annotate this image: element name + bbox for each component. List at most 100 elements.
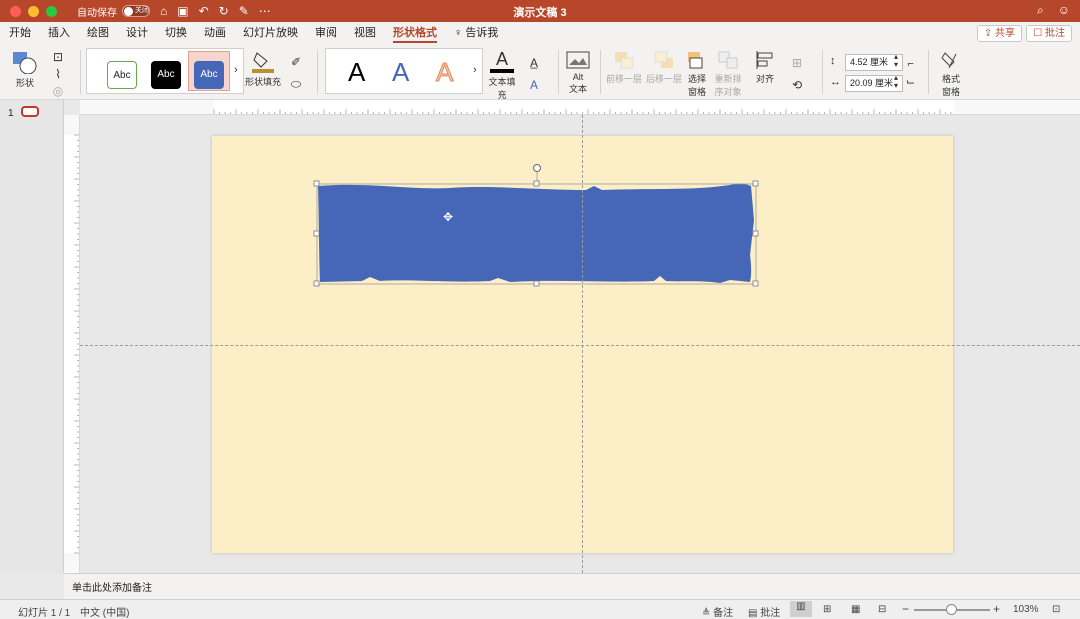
share-button[interactable]: ⇪ 共享 — [976, 25, 1022, 42]
slide-thumbnail[interactable] — [21, 106, 39, 117]
save-icon[interactable]: ▣ — [177, 4, 188, 18]
align-button[interactable]: 对齐 — [750, 50, 780, 85]
fit-to-window-icon[interactable]: ⊡ — [1052, 604, 1060, 615]
rotate-icon[interactable]: ⟲ — [786, 74, 808, 96]
zoom-slider-knob[interactable] — [946, 604, 957, 615]
search-icon[interactable]: ⌕ — [1037, 3, 1044, 18]
style-sample-black[interactable]: Abc — [151, 61, 181, 89]
selection-pane-icon — [688, 52, 703, 69]
torn-rectangle-shape[interactable]: ✥ — [310, 160, 760, 290]
reorder-objects-button[interactable]: 重新排 序对象 — [712, 50, 744, 98]
tab-draw[interactable]: 绘图 — [87, 22, 109, 44]
normal-view-icon[interactable]: ▥ — [790, 601, 812, 617]
text-fill-color-swatch — [490, 69, 514, 73]
vertical-ruler-ticks — [74, 134, 79, 554]
minimize-window-button[interactable] — [28, 5, 39, 17]
tab-transitions[interactable]: 切换 — [165, 22, 187, 44]
tab-slideshow[interactable]: 幻灯片放映 — [243, 22, 298, 44]
autosave-label: 自动保存 — [77, 7, 117, 19]
tab-design[interactable]: 设计 — [126, 22, 148, 44]
wordart-black[interactable]: A — [348, 57, 365, 88]
gallery-next-icon[interactable]: › — [234, 64, 238, 76]
comments-toggle[interactable]: ▤ 批注 — [748, 604, 780, 619]
selection-pane-button[interactable]: 选择 窗格 — [684, 50, 710, 98]
zoom-window-button[interactable] — [46, 5, 57, 17]
comments-button[interactable]: ☐ 批注 — [1026, 25, 1072, 42]
tab-review[interactable]: 审阅 — [315, 22, 337, 44]
wordart-orange-outline[interactable]: A — [435, 57, 453, 88]
lightbulb-icon: ♀ — [454, 27, 463, 39]
tab-shape-format[interactable]: 形状格式 — [393, 22, 437, 44]
notes-pane[interactable]: 单击此处添加备注 — [64, 573, 1080, 599]
style-sample-blue[interactable]: Abc — [194, 61, 224, 89]
send-backward-button[interactable]: 后移一层 — [645, 50, 683, 85]
title-bar: 自动保存 关闭 ⌂ ▣ ↶ ↻ ✎ ⋯ 演示文稿 3 ⌕ ☺ — [0, 0, 1080, 22]
reading-view-icon[interactable]: ▦ — [851, 604, 860, 615]
bring-forward-icon — [615, 52, 634, 69]
edit-icon[interactable]: ✎ — [239, 4, 249, 18]
send-backward-label: 后移一层 — [645, 74, 682, 84]
vertical-ruler — [64, 115, 80, 573]
text-effects-icon[interactable]: A — [523, 74, 545, 96]
shape-effects-icon[interactable]: ⬭ — [285, 73, 307, 95]
style-sample-outline[interactable]: Abc — [107, 61, 137, 89]
bring-forward-button[interactable]: 前移一层 — [605, 50, 643, 85]
home-icon[interactable]: ⌂ — [160, 4, 167, 18]
tab-animations[interactable]: 动画 — [204, 22, 226, 44]
text-outline-effects: A̲ A — [523, 52, 545, 96]
slide-canvas: ✥ — [80, 115, 1080, 573]
status-bar: 幻灯片 1 / 1 中文 (中国) ≜ 备注 ▤ 批注 ▥ ⊞ ▦ ⊟ − + … — [0, 599, 1080, 619]
wordart-blue[interactable]: A — [392, 57, 409, 88]
comments-toggle-label: 批注 — [760, 608, 781, 619]
shape-fill-button[interactable]: 形状填充 — [245, 49, 281, 88]
horizontal-ruler — [80, 100, 1080, 115]
notes-icon: ≜ — [702, 608, 711, 619]
shape-outline-icon[interactable]: ✐ — [285, 51, 307, 73]
tab-home[interactable]: 开始 — [9, 22, 31, 44]
feedback-smiley-icon[interactable]: ☺ — [1058, 3, 1070, 18]
rotate-handle-icon[interactable] — [533, 164, 541, 172]
edit-shape-icon[interactable]: ⌇ — [46, 66, 70, 83]
format-pane-button[interactable]: 格式 窗格 — [935, 50, 967, 98]
height-stepper[interactable]: ▴ ▾ — [894, 53, 898, 69]
share-label: 共享 — [995, 28, 1015, 39]
text-outline-icon[interactable]: A̲ — [523, 52, 545, 74]
align-label: 对齐 — [755, 74, 774, 84]
merge-shapes-icon[interactable]: ◎ — [46, 83, 70, 100]
alt-text-button[interactable]: Alt 文本 — [562, 50, 594, 95]
tab-insert[interactable]: 插入 — [48, 22, 70, 44]
text-box-icon[interactable]: ⊡ — [46, 49, 70, 66]
undo-icon[interactable]: ↶ — [199, 4, 209, 18]
tell-me-label: 告诉我 — [465, 27, 499, 39]
slide-counter: 幻灯片 1 / 1 — [18, 608, 71, 619]
close-window-button[interactable] — [10, 5, 21, 17]
slide-sorter-icon[interactable]: ⊞ — [823, 604, 831, 615]
text-fill-button[interactable]: A 文本填充 — [485, 49, 519, 101]
wordart-next-icon[interactable]: › — [473, 64, 477, 76]
more-icon[interactable]: ⋯ — [259, 4, 271, 18]
zoom-in-icon[interactable]: + — [993, 602, 1000, 616]
notes-toggle[interactable]: ≜ 备注 — [702, 604, 733, 619]
redo-icon[interactable]: ↻ — [219, 4, 229, 18]
shapes-button[interactable]: 形状 — [8, 50, 42, 89]
tell-me[interactable]: ♀ 告诉我 — [454, 22, 498, 44]
horizontal-ruler-ticks — [213, 109, 952, 114]
alt-text-icon — [566, 51, 590, 69]
bring-forward-label: 前移一层 — [605, 74, 642, 84]
language-indicator[interactable]: 中文 (中国) — [80, 604, 129, 619]
width-stepper[interactable]: ▴ ▾ — [894, 74, 898, 90]
slideshow-icon[interactable]: ⊟ — [878, 604, 886, 615]
tab-view[interactable]: 视图 — [354, 22, 376, 44]
selection-pane-label-2: 窗格 — [687, 87, 706, 97]
autosave: 自动保存 关闭 — [77, 4, 150, 19]
thumbnail-number: 1 — [8, 108, 14, 119]
autosave-toggle[interactable]: 关闭 — [122, 5, 150, 17]
lock-aspect-icon[interactable]: ⌐ ⌙ — [906, 55, 915, 91]
zoom-out-icon[interactable]: − — [902, 602, 909, 616]
group-icon[interactable]: ⊞ — [786, 52, 808, 74]
group-rotate-tools: ⊞ ⟲ — [786, 52, 808, 96]
selection-pane-label-1: 选择 — [687, 74, 706, 84]
width-icon: ↔ — [830, 76, 841, 88]
shapes-label: 形状 — [15, 78, 34, 88]
zoom-level[interactable]: 103% — [1013, 604, 1039, 615]
